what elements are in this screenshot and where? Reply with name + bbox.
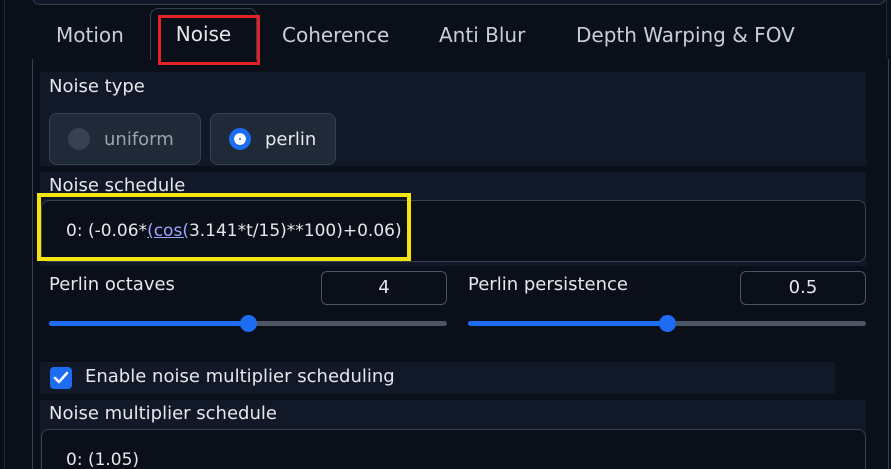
perlin-persistence-label: Perlin persistence <box>468 274 628 295</box>
deforum-settings-panel: Motion Noise Coherence Anti Blur Depth W… <box>0 0 891 469</box>
tab-depth-warping-fov[interactable]: Depth Warping & FOV <box>576 18 795 52</box>
perlin-octaves-slider-fill <box>49 321 248 326</box>
left-divider <box>4 0 5 469</box>
noise-type-label: Noise type <box>49 76 145 97</box>
perlin-persistence-slider-fill <box>468 321 667 326</box>
perlin-persistence-slider-thumb[interactable] <box>659 315 676 332</box>
perlin-persistence-slider[interactable] <box>468 315 866 332</box>
tab-anti-blur[interactable]: Anti Blur <box>439 18 525 52</box>
perlin-octaves-slider[interactable] <box>49 315 447 332</box>
noise-multiplier-checkbox[interactable] <box>50 367 72 389</box>
noise-type-block: Noise type uniform perlin <box>40 72 866 166</box>
noise-multiplier-checkbox-label: Enable noise multiplier scheduling <box>85 366 395 387</box>
tab-motion[interactable]: Motion <box>56 18 124 52</box>
annotation-highlight-red <box>158 15 260 65</box>
noise-multiplier-schedule-block: Noise multiplier schedule 0: (1.05) <box>40 400 866 469</box>
noise-multiplier-schedule-input[interactable]: 0: (1.05) <box>41 429 866 469</box>
checkmark-icon <box>53 371 69 384</box>
radio-option-perlin[interactable]: perlin <box>210 113 336 165</box>
annotation-highlight-yellow <box>37 193 411 261</box>
noise-multiplier-toggle-row[interactable]: Enable noise multiplier scheduling <box>40 362 835 394</box>
radio-label-uniform: uniform <box>104 128 174 150</box>
perlin-octaves-input[interactable]: 4 <box>321 271 447 305</box>
top-container-edge <box>32 0 886 5</box>
radio-label-perlin: perlin <box>265 128 317 150</box>
noise-multiplier-schedule-label: Noise multiplier schedule <box>49 403 277 424</box>
perlin-persistence-input[interactable]: 0.5 <box>740 271 866 305</box>
perlin-octaves-slider-thumb[interactable] <box>240 315 257 332</box>
tab-coherence[interactable]: Coherence <box>282 18 389 52</box>
radio-checked-icon <box>229 128 251 150</box>
radio-unchecked-icon <box>68 128 90 150</box>
radio-option-uniform[interactable]: uniform <box>49 113 201 165</box>
perlin-octaves-label: Perlin octaves <box>49 274 175 295</box>
